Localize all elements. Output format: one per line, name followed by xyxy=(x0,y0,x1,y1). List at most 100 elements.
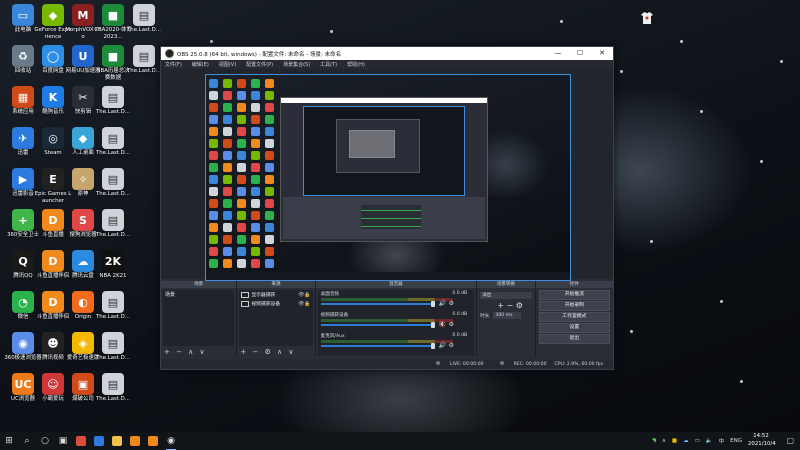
volume-slider-handle[interactable] xyxy=(430,301,435,307)
menu-view[interactable]: 视图(V) xyxy=(219,61,236,68)
start-recording-button[interactable]: 开始录制 xyxy=(538,301,610,311)
taskbar-browser-icon[interactable] xyxy=(90,432,108,450)
studio-mode-button[interactable]: 工作室模式 xyxy=(538,312,610,322)
obs-logo-icon xyxy=(165,49,174,58)
source-item-display[interactable]: 显示器捕获 👁🔒 xyxy=(239,290,312,299)
duration-label: 时长 xyxy=(480,313,490,319)
eye-lock-icon[interactable]: 👁🔒 xyxy=(298,292,311,298)
language-indicator[interactable]: ENG xyxy=(730,438,742,444)
taskbar-file-explorer-icon[interactable] xyxy=(108,432,126,450)
menu-scene-collection[interactable]: 场景集合(S) xyxy=(283,61,310,68)
preview-icon xyxy=(223,163,232,172)
close-button[interactable]: ✕ xyxy=(591,47,613,60)
app-icon: Q xyxy=(12,250,34,272)
tray-green-icon[interactable]: ◥ xyxy=(652,438,656,444)
minimize-button[interactable]: — xyxy=(547,47,569,60)
app-icon: ◯ xyxy=(42,45,64,67)
snowflake xyxy=(680,40,683,43)
settings-button[interactable]: 设置 xyxy=(538,323,610,333)
scenes-list[interactable]: 场景 xyxy=(163,290,235,346)
muted-speaker-icon[interactable]: 🔇 xyxy=(439,321,446,328)
clock[interactable]: 14:52 2021/10/4 xyxy=(748,433,776,448)
scene-item[interactable]: 场景 xyxy=(163,290,234,299)
menu-edit[interactable]: 编辑(E) xyxy=(192,61,209,68)
desktop-icon[interactable]: ▤ The.Last.D... xyxy=(94,291,132,321)
speaker-icon[interactable]: 🔊 xyxy=(439,300,446,307)
gear-icon[interactable]: ⚙ xyxy=(449,342,454,349)
desktop-icon[interactable]: 2K NBA 2K21 xyxy=(94,250,132,280)
speaker-icon[interactable]: 🔊 xyxy=(439,342,446,349)
gear-icon[interactable]: ⚙ xyxy=(449,300,454,307)
menu-help[interactable]: 帮助(H) xyxy=(347,61,365,68)
obs-titlebar[interactable]: OBS 25.0.8 (64 bit, windows) - 配置文件: 未命名… xyxy=(161,47,613,60)
preview-icon xyxy=(265,127,274,136)
app-icon: ✂ xyxy=(72,86,94,108)
desktop-icon[interactable]: ▤ The.Last.D... xyxy=(125,4,163,34)
sources-toolbar[interactable]: + − ⚙ ∧ ∨ xyxy=(240,348,295,356)
channel-db: 0.0 dB xyxy=(452,333,468,338)
volume-slider-handle[interactable] xyxy=(430,322,435,328)
app-icon: ▤ xyxy=(133,4,155,26)
source-item-camera[interactable]: 视频捕获设备 👁🔒 xyxy=(239,299,312,308)
transition-select[interactable]: 淡出 xyxy=(480,292,532,299)
maximize-button[interactable]: ☐ xyxy=(569,47,591,60)
menu-file[interactable]: 文件(F) xyxy=(165,61,182,68)
taskbar-obs-icon[interactable]: ◉ xyxy=(162,432,180,450)
app-icon: ✈ xyxy=(12,127,34,149)
notification-icon[interactable]: ▢ xyxy=(786,436,794,445)
taskbar-task-view-icon[interactable]: ▣ xyxy=(54,432,72,450)
start-streaming-button[interactable]: 开始推流 xyxy=(538,290,610,300)
cpu-status: CPU: 2.9%, 60.00 fps xyxy=(554,361,603,367)
tshirt-icon[interactable] xyxy=(640,10,654,24)
tray-app-icon[interactable]: ■ xyxy=(672,438,677,444)
gear-icon[interactable]: ⚙ xyxy=(449,321,454,328)
taskbar-douyu-icon[interactable] xyxy=(126,432,144,450)
desktop-icon[interactable]: ▤ The.Last.D... xyxy=(94,86,132,116)
desktop-icon[interactable]: ▤ The.Last.D... xyxy=(94,373,132,403)
transition-add-remove[interactable]: + − ⚙ xyxy=(497,301,534,310)
preview-icon xyxy=(209,151,218,160)
preview-icon xyxy=(265,211,274,220)
menu-profile[interactable]: 配置文件(P) xyxy=(246,61,273,68)
sources-list[interactable]: 显示器捕获 👁🔒 视频捕获设备 👁🔒 xyxy=(239,290,313,346)
volume-slider[interactable] xyxy=(320,303,433,305)
preview-icon xyxy=(265,91,274,100)
desktop-icon-label: The.Last.D... xyxy=(96,314,130,320)
duration-input[interactable]: 300 ms xyxy=(493,312,522,319)
volume-slider[interactable] xyxy=(320,345,433,347)
tray-chevron-icon[interactable]: ∧ xyxy=(662,438,666,444)
rec-status: REC: 00:00:00 xyxy=(492,361,547,367)
obs-window[interactable]: OBS 25.0.8 (64 bit, windows) - 配置文件: 未命名… xyxy=(160,46,614,370)
preview-icon xyxy=(251,151,260,160)
desktop-icon[interactable]: ▤ The.Last.D... xyxy=(94,332,132,362)
sources-dock-title: 来源 xyxy=(237,281,315,288)
preview-icon xyxy=(223,199,232,208)
network-icon[interactable]: ▭ xyxy=(695,438,700,444)
chrome-icon xyxy=(76,436,86,446)
preview-canvas[interactable] xyxy=(205,74,571,281)
preview-icon xyxy=(265,259,274,268)
desktop-icon[interactable]: ▤ The.Last.D... xyxy=(94,209,132,239)
ime-icon[interactable]: 中 xyxy=(719,437,725,445)
preview-icon xyxy=(223,175,232,184)
app-icon: ▤ xyxy=(102,209,124,231)
preview-icon xyxy=(237,115,246,124)
scenes-toolbar[interactable]: + − ∧ ∨ xyxy=(164,348,207,356)
volume-slider-handle[interactable] xyxy=(430,343,435,349)
system-tray: ◥ ∧ ■ ☁ ▭ 🔈 中 ENG xyxy=(646,432,742,450)
taskbar-douyu-2-icon[interactable] xyxy=(144,432,162,450)
taskbar-start-icon[interactable]: ⊞ xyxy=(0,432,18,450)
mixer-channel: 视频捕获设备 0.0 dB 🔇 ⚙ xyxy=(320,312,472,332)
exit-button[interactable]: 退出 xyxy=(538,334,610,344)
tray-cloud-icon[interactable]: ☁ xyxy=(683,438,689,444)
eye-lock-icon[interactable]: 👁🔒 xyxy=(298,301,311,307)
desktop-icon[interactable]: ▤ The.Last.D... xyxy=(125,45,163,75)
volume-slider[interactable] xyxy=(320,324,433,326)
volume-icon[interactable]: 🔈 xyxy=(706,438,713,444)
desktop-icon[interactable]: ▤ The.Last.D... xyxy=(94,168,132,198)
taskbar-search-icon[interactable]: ⌕ xyxy=(18,432,36,450)
taskbar-chrome-icon[interactable] xyxy=(72,432,90,450)
menu-tools[interactable]: 工具(T) xyxy=(320,61,337,68)
desktop-icon[interactable]: ▤ The.Last.D... xyxy=(94,127,132,157)
taskbar-cortana-icon[interactable]: ○ xyxy=(36,432,54,450)
